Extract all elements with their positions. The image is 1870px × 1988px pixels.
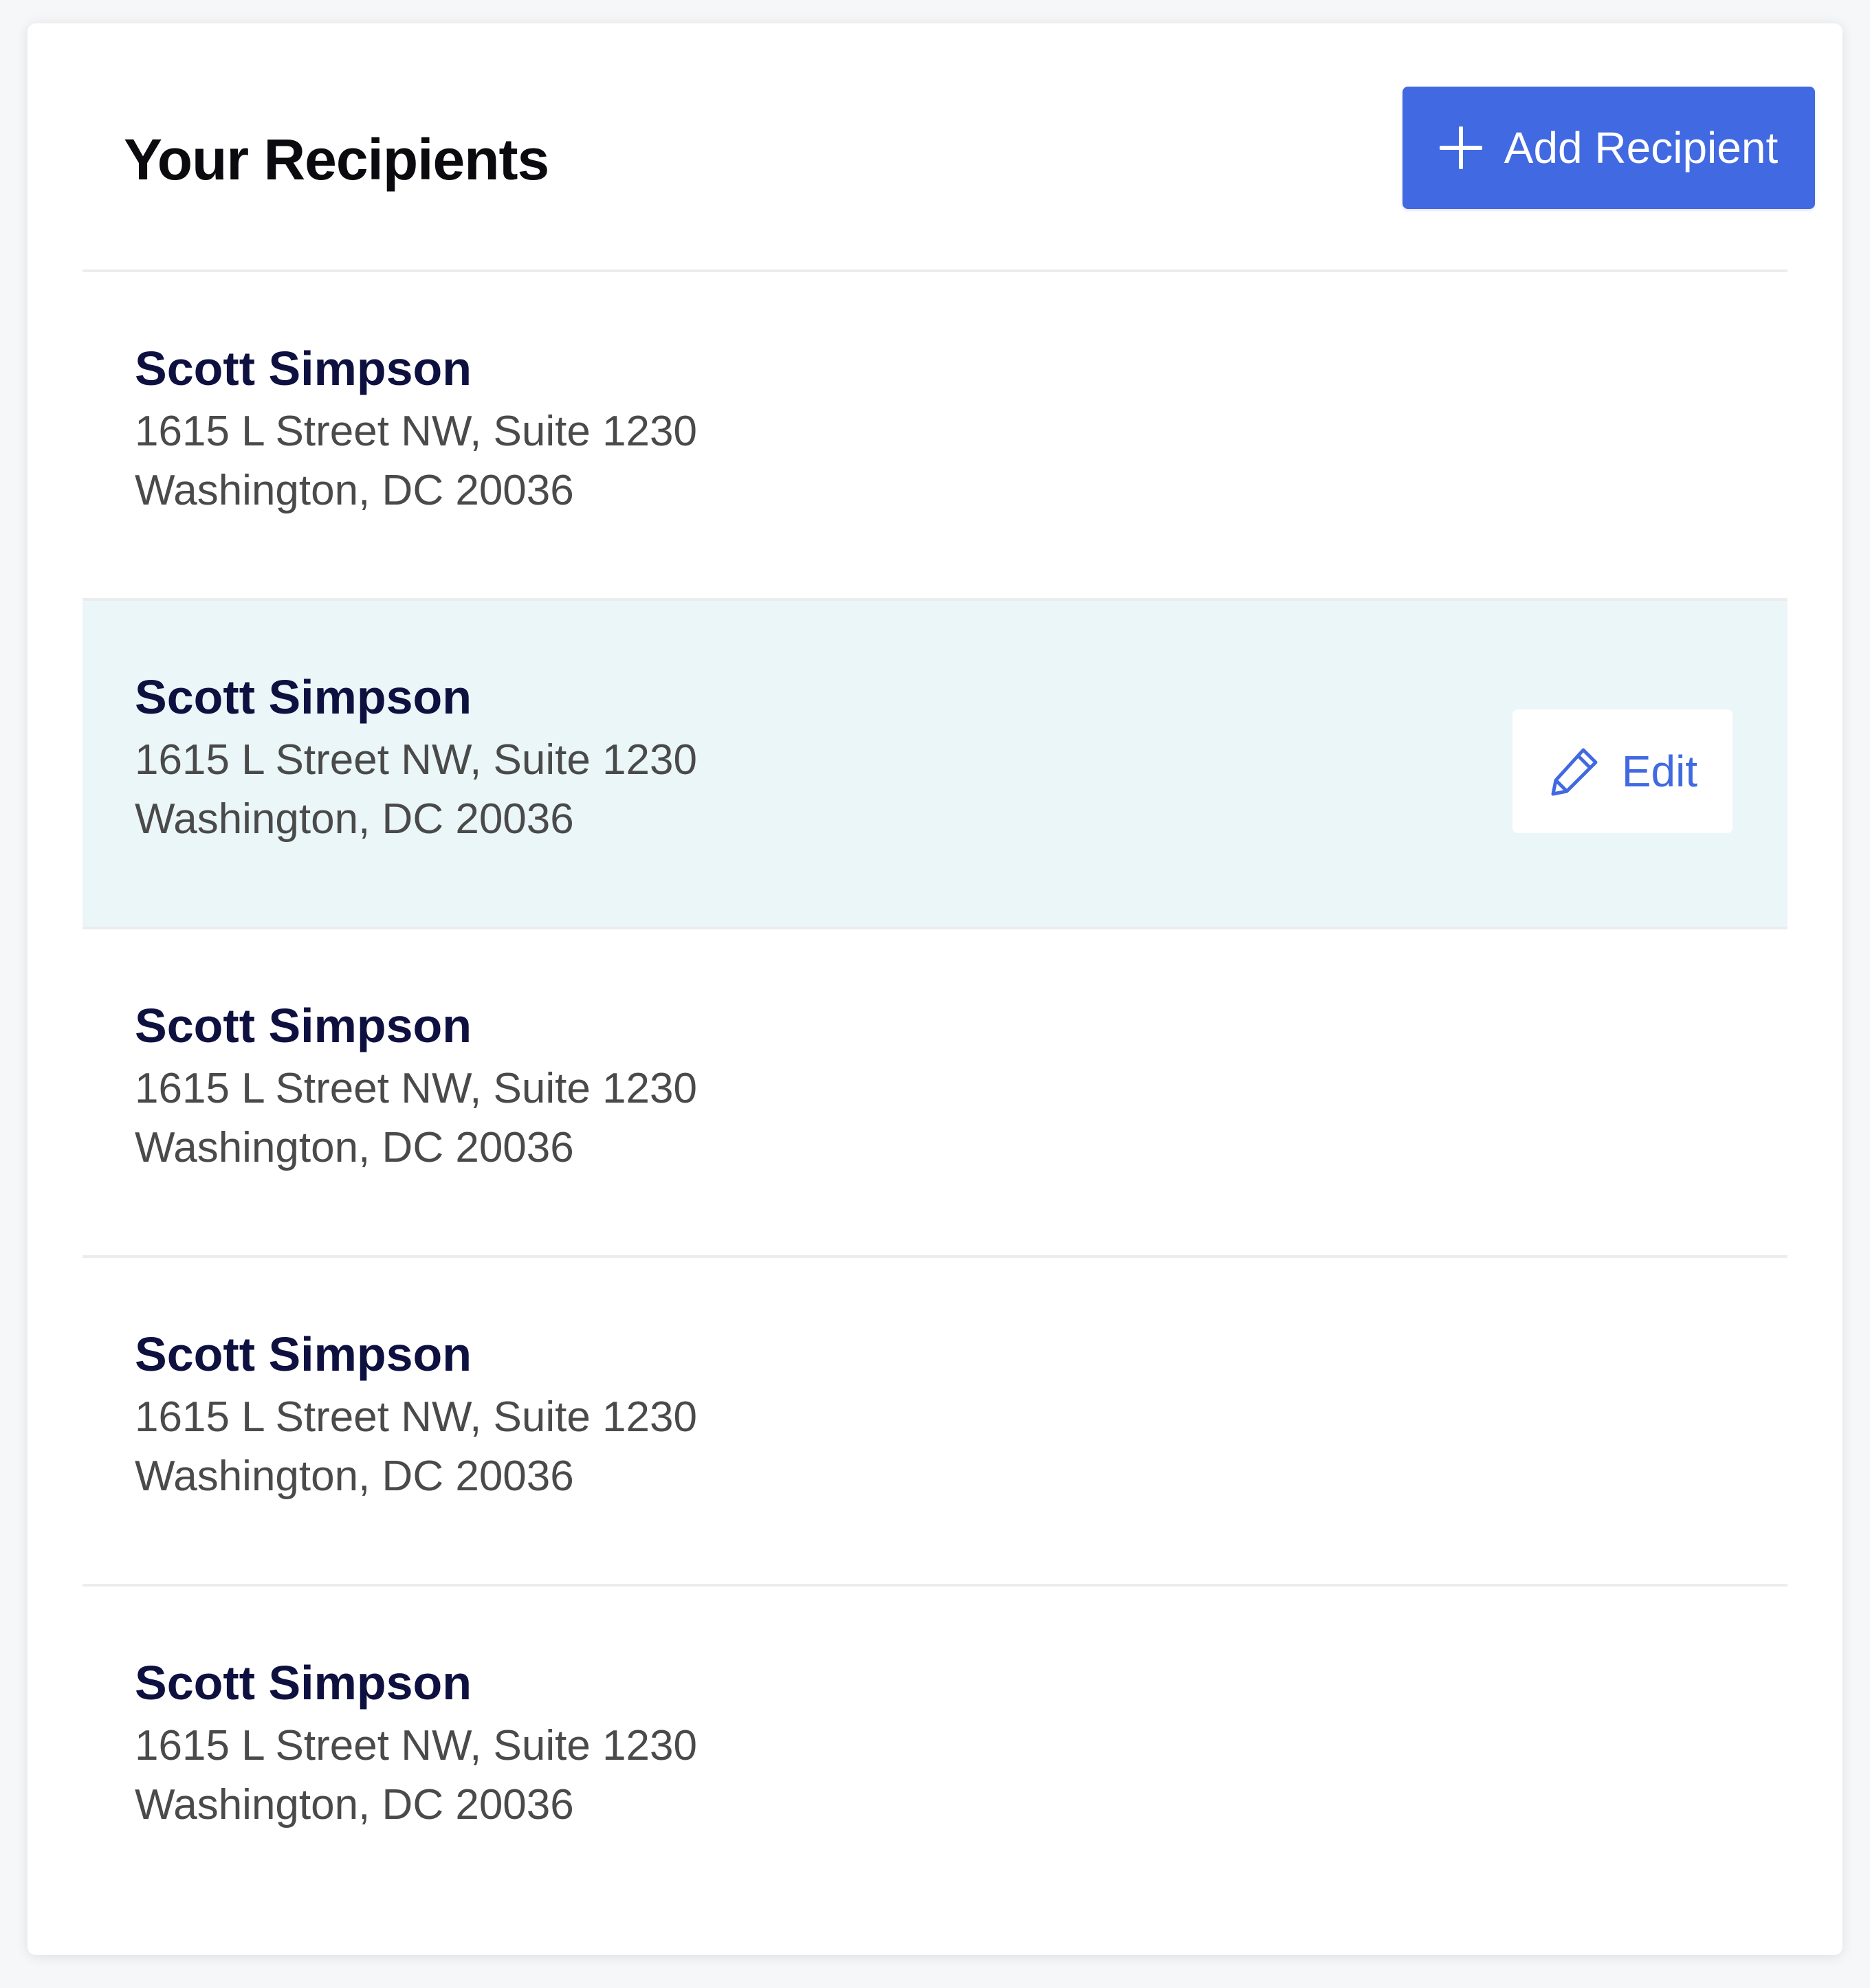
recipient-row[interactable]: Scott Simpson 1615 L Street NW, Suite 12…: [82, 1584, 1788, 1912]
recipient-row[interactable]: Scott Simpson 1615 L Street NW, Suite 12…: [82, 927, 1788, 1255]
recipient-address-line2: Washington, DC 20036: [135, 795, 574, 843]
recipient-name: Scott Simpson: [135, 1656, 472, 1710]
recipient-address-line1: 1615 L Street NW, Suite 1230: [135, 1722, 697, 1769]
add-recipient-button[interactable]: Add Recipient: [1402, 87, 1815, 209]
recipients-card: Your Recipients Add Recipient Scott Simp…: [28, 23, 1842, 1955]
recipient-address-line2: Washington, DC 20036: [135, 1124, 574, 1171]
recipient-name: Scott Simpson: [135, 670, 472, 724]
recipient-address-line1: 1615 L Street NW, Suite 1230: [135, 408, 697, 455]
recipient-address-line2: Washington, DC 20036: [135, 1781, 574, 1829]
recipient-row[interactable]: Scott Simpson 1615 L Street NW, Suite 12…: [82, 1255, 1788, 1584]
recipient-name: Scott Simpson: [135, 1327, 472, 1381]
recipients-header: Your Recipients Add Recipient: [82, 23, 1815, 271]
add-recipient-label: Add Recipient: [1504, 123, 1779, 173]
recipient-name: Scott Simpson: [135, 999, 472, 1052]
edit-label: Edit: [1621, 747, 1698, 796]
recipient-address-line1: 1615 L Street NW, Suite 1230: [135, 736, 697, 784]
edit-recipient-button[interactable]: Edit: [1512, 709, 1732, 833]
recipient-address-line2: Washington, DC 20036: [135, 467, 574, 514]
recipient-address-line1: 1615 L Street NW, Suite 1230: [135, 1065, 697, 1112]
recipient-row[interactable]: Scott Simpson 1615 L Street NW, Suite 12…: [82, 598, 1788, 927]
recipient-list: Scott Simpson 1615 L Street NW, Suite 12…: [82, 269, 1788, 1912]
page-title: Your Recipients: [124, 127, 549, 192]
recipient-name: Scott Simpson: [135, 342, 472, 395]
plus-icon: [1438, 126, 1483, 170]
recipient-address-line2: Washington, DC 20036: [135, 1453, 574, 1500]
recipient-address-line1: 1615 L Street NW, Suite 1230: [135, 1393, 697, 1441]
pencil-icon: [1548, 744, 1601, 798]
recipient-row[interactable]: Scott Simpson 1615 L Street NW, Suite 12…: [82, 269, 1788, 598]
